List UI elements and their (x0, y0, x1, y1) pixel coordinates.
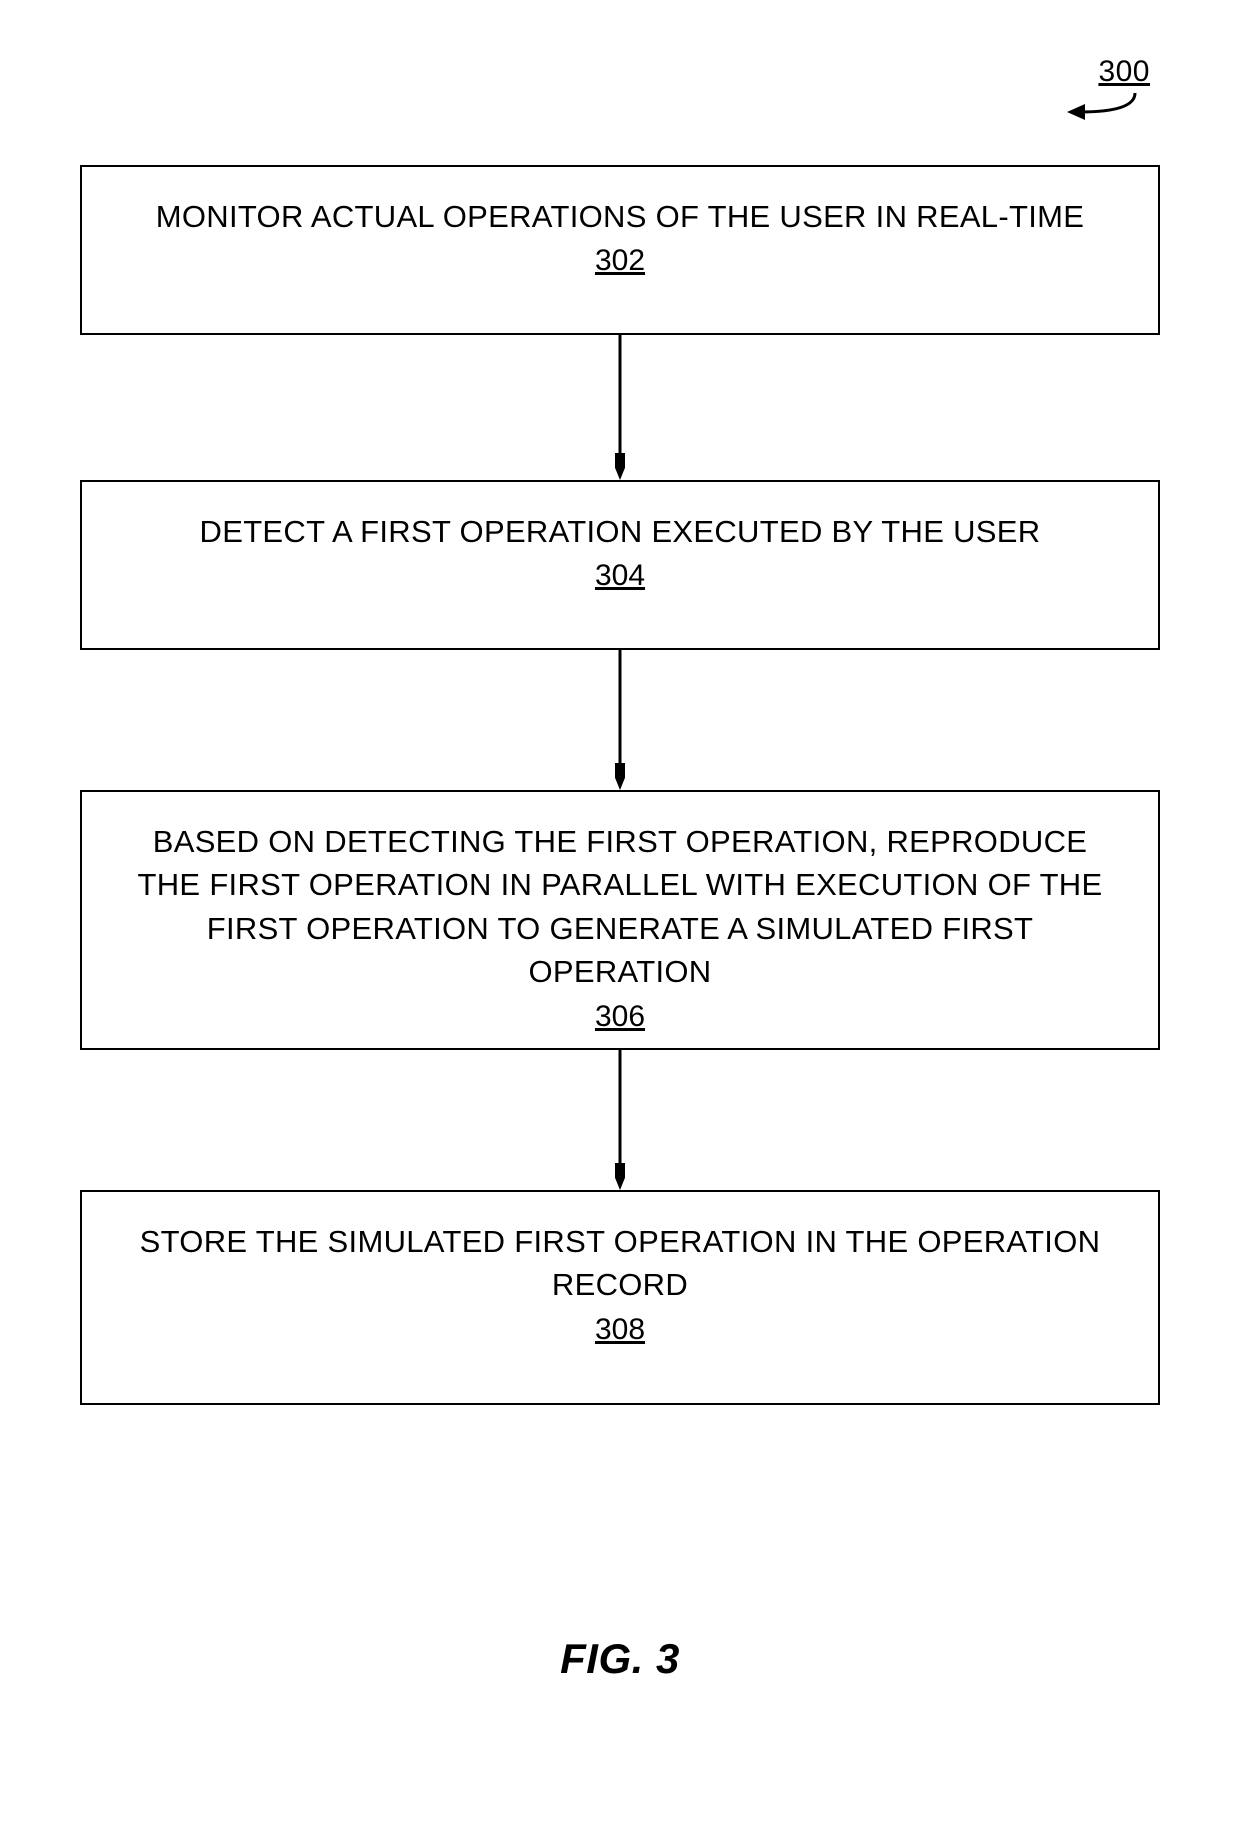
figure-reference-arrow-icon (1065, 90, 1145, 130)
flow-step-ref: 304 (595, 559, 645, 593)
arrow-down-icon (615, 335, 625, 480)
flowchart-canvas: 300 MONITOR ACTUAL OPERATIONS OF THE USE… (0, 0, 1240, 1828)
arrow-down-icon (615, 1050, 625, 1190)
flow-step-304: DETECT A FIRST OPERATION EXECUTED BY THE… (80, 480, 1160, 650)
figure-caption: FIG. 3 (0, 1635, 1240, 1683)
flow-step-ref: 302 (595, 244, 645, 278)
flow-step-ref: 306 (595, 1000, 645, 1034)
flow-step-text: DETECT A FIRST OPERATION EXECUTED BY THE… (122, 510, 1118, 553)
flow-step-308: STORE THE SIMULATED FIRST OPERATION IN T… (80, 1190, 1160, 1405)
flow-step-ref: 308 (595, 1313, 645, 1347)
flow-step-302: MONITOR ACTUAL OPERATIONS OF THE USER IN… (80, 165, 1160, 335)
flow-step-306: BASED ON DETECTING THE FIRST OPERATION, … (80, 790, 1160, 1050)
flow-step-text: STORE THE SIMULATED FIRST OPERATION IN T… (122, 1220, 1118, 1307)
figure-reference-number: 300 (1098, 55, 1150, 89)
flow-step-text: BASED ON DETECTING THE FIRST OPERATION, … (122, 820, 1118, 994)
flow-step-text: MONITOR ACTUAL OPERATIONS OF THE USER IN… (122, 195, 1118, 238)
arrow-down-icon (615, 650, 625, 790)
